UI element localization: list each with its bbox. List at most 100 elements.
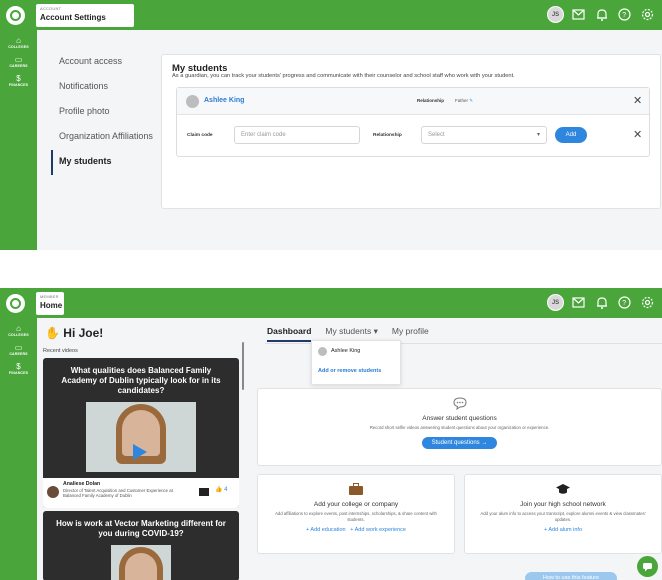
scrollbar[interactable] xyxy=(242,342,244,390)
student-name-link[interactable]: Ashlee King xyxy=(204,97,244,104)
author-avatar xyxy=(47,486,59,498)
nav-organization-affiliations[interactable]: Organization Affiliations xyxy=(51,125,161,150)
svg-text:?: ? xyxy=(622,300,626,307)
page-title: Account Settings xyxy=(40,13,106,22)
bell-icon[interactable] xyxy=(593,294,610,311)
dropdown-item-add-remove[interactable]: Add or remove students xyxy=(312,361,400,381)
how-to-use-button[interactable]: How to use this feature xyxy=(525,572,617,580)
sidebar-item-careers[interactable]: ▭ CAREERS xyxy=(0,343,37,356)
account-settings-screen: ACCOUNT Account Settings JS ? ⌂ COLLEGES … xyxy=(0,0,662,250)
home-screen: MEMBER Home JS ? ⌂ COLLEGES ▭ CAREERS $ FIN… xyxy=(0,288,662,580)
panel-title: Join your high school network xyxy=(520,501,606,508)
panel-links: + Add education + Add work experience xyxy=(258,527,454,533)
dropdown-student-name: Ashlee King xyxy=(331,348,361,354)
panel-description: Add your alum info to access your transc… xyxy=(480,511,646,522)
tab-dashboard[interactable]: Dashboard xyxy=(267,326,312,342)
video-thumbnail[interactable] xyxy=(86,402,196,472)
avatar[interactable]: JS xyxy=(547,294,564,311)
sidebar-item-careers[interactable]: ▭ CAREERS xyxy=(0,55,37,68)
briefcase-icon: ▭ xyxy=(14,55,23,64)
sidebar-label: FINANCES xyxy=(8,83,29,87)
sidebar-label: CAREERS xyxy=(9,352,28,356)
sidebar: ⌂ COLLEGES ▭ CAREERS $ FINANCES xyxy=(0,30,37,250)
chat-bubble-icon xyxy=(452,395,468,411)
money-icon: $ xyxy=(16,362,21,371)
nav-my-students[interactable]: My students xyxy=(51,150,161,175)
nav-profile-photo[interactable]: Profile photo xyxy=(51,100,161,125)
sidebar-item-finances[interactable]: $ FINANCES xyxy=(0,74,37,87)
author-name: Analiese Dolan xyxy=(63,481,101,487)
student-avatar xyxy=(186,95,199,108)
top-icons: JS ? xyxy=(547,294,656,311)
sidebar-label: FINANCES xyxy=(8,371,29,375)
settings-nav: Account access Notifications Profile pho… xyxy=(51,50,161,175)
video-thumbnail[interactable] xyxy=(111,545,171,580)
building-icon: ⌂ xyxy=(16,324,21,333)
building-icon: ⌂ xyxy=(16,36,21,45)
author-role: Director of Talent Acquisition and Custo… xyxy=(63,488,173,498)
gear-icon[interactable] xyxy=(639,294,656,311)
play-icon[interactable] xyxy=(133,444,147,460)
help-icon[interactable]: ? xyxy=(616,294,633,311)
students-list: Ashlee King Relationship Father ✎ ✕ Clai… xyxy=(176,87,650,157)
relationship-select[interactable]: Select ▾ xyxy=(421,126,547,144)
high-school-network-panel: Join your high school network Add your a… xyxy=(464,474,662,554)
sidebar-item-finances[interactable]: $ FINANCES xyxy=(0,362,37,375)
organization-logo xyxy=(199,488,209,496)
close-icon[interactable]: ✕ xyxy=(633,96,642,107)
video-card[interactable]: How is work at Vector Marketing differen… xyxy=(43,511,239,580)
bell-icon[interactable] xyxy=(593,6,610,23)
main-content: Account access Notifications Profile pho… xyxy=(37,30,662,250)
chevron-down-icon: ▾ xyxy=(536,132,540,138)
claim-code-input[interactable]: Enter claim code xyxy=(234,126,360,144)
gear-icon[interactable] xyxy=(639,6,656,23)
relationship-value: Father ✎ xyxy=(455,98,473,104)
svg-text:?: ? xyxy=(622,12,626,19)
add-education-link[interactable]: + Add education xyxy=(306,527,346,533)
mail-icon[interactable] xyxy=(570,294,587,311)
video-card[interactable]: What qualities does Balanced Family Acad… xyxy=(43,358,239,508)
help-icon[interactable]: ? xyxy=(616,6,633,23)
add-alum-info-link[interactable]: + Add alum info xyxy=(465,527,661,533)
main-content: ✋ Hi Joe! Dashboard My students ▾ My pro… xyxy=(37,318,662,580)
close-icon[interactable]: ✕ xyxy=(633,130,642,141)
logo[interactable] xyxy=(6,294,25,313)
chat-icon[interactable] xyxy=(637,556,658,577)
sidebar-label: COLLEGES xyxy=(8,333,29,337)
panel-description: Record short selfie videos answering stu… xyxy=(369,425,550,430)
relationship-label: Relationship xyxy=(417,98,445,103)
panel-title: Add your college or company xyxy=(313,501,399,508)
sidebar-item-colleges[interactable]: ⌂ COLLEGES xyxy=(0,324,37,337)
relationship-text: Father xyxy=(455,98,469,103)
edit-icon[interactable]: ✎ xyxy=(469,98,473,103)
avatar[interactable]: JS xyxy=(547,6,564,23)
mail-icon[interactable] xyxy=(570,6,587,23)
add-work-experience-link[interactable]: + Add work experience xyxy=(350,527,406,533)
student-questions-button[interactable]: Student questions → xyxy=(421,436,498,449)
top-bar: MEMBER Home JS ? xyxy=(0,288,662,318)
logo[interactable] xyxy=(6,6,25,25)
breadcrumb: MEMBER Home xyxy=(36,292,64,315)
nav-account-access[interactable]: Account access xyxy=(51,50,161,75)
nav-notifications[interactable]: Notifications xyxy=(51,75,161,100)
top-icons: JS ? xyxy=(547,6,656,23)
add-college-panel: Add your college or company Add affiliat… xyxy=(257,474,455,554)
panel-description: Add affiliations to explore events, post… xyxy=(275,511,437,522)
greeting: ✋ Hi Joe! xyxy=(45,326,103,340)
like-button[interactable]: 👍 4 xyxy=(215,486,228,493)
briefcase-icon xyxy=(348,481,364,497)
thumbs-up-icon: 👍 xyxy=(215,487,223,493)
greeting-text: Hi Joe! xyxy=(63,326,104,340)
dropdown-item-student[interactable]: Ashlee King xyxy=(312,341,400,361)
add-button[interactable]: Add xyxy=(555,127,587,143)
sidebar-item-colleges[interactable]: ⌂ COLLEGES xyxy=(0,36,37,49)
sidebar-label: COLLEGES xyxy=(8,45,29,49)
video-question: What qualities does Balanced Family Acad… xyxy=(61,366,221,395)
breadcrumb: ACCOUNT Account Settings xyxy=(36,4,134,27)
video-question: How is work at Vector Marketing differen… xyxy=(56,519,226,538)
video-author: Analiese Dolan Director of Talent Acquis… xyxy=(43,478,239,508)
sidebar: ⌂ COLLEGES ▭ CAREERS $ FINANCES xyxy=(0,318,37,580)
page-title: Home xyxy=(40,301,63,310)
my-students-card: My students As a guardian, you can track… xyxy=(161,54,661,209)
video-person-face xyxy=(125,553,157,580)
